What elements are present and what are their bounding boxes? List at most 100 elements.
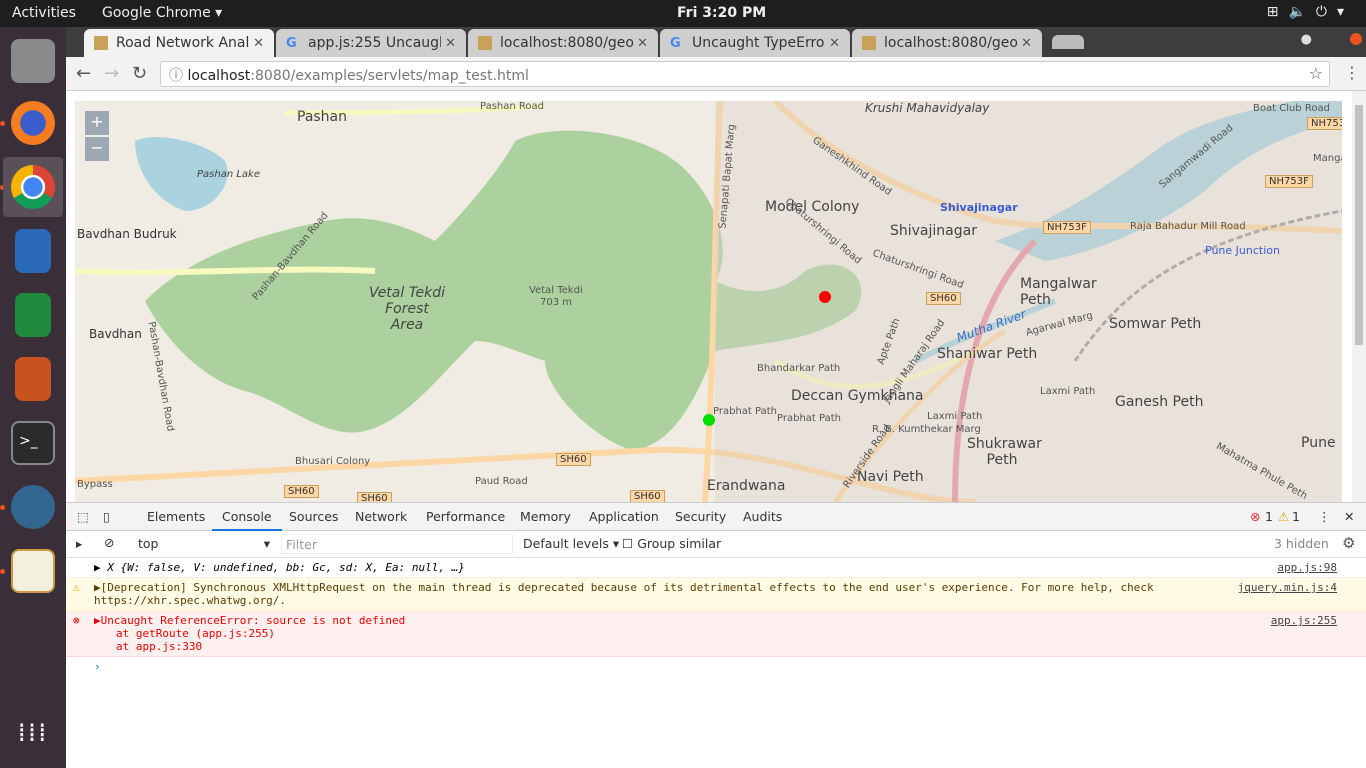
close-tab-icon[interactable]: ✕: [829, 36, 840, 51]
map-label: SH60: [630, 490, 665, 502]
map-label: NH753: [1307, 117, 1342, 130]
tab-sources[interactable]: Sources: [289, 509, 338, 524]
sidebar-toggle-icon[interactable]: ▸: [76, 536, 82, 551]
map-label: Shukrawar Peth: [967, 436, 1042, 468]
tomcat-icon: [94, 36, 108, 50]
map-label: Erandwana: [707, 478, 786, 494]
tab-localhost-geo-2[interactable]: localhost:8080/geo ✕: [852, 29, 1042, 57]
forward-button[interactable]: →: [104, 63, 119, 84]
map-label: Bypass: [77, 479, 113, 490]
calc-icon[interactable]: [3, 285, 63, 345]
terminal-icon[interactable]: >_: [3, 413, 63, 473]
map-label: Shivajinagar: [890, 223, 977, 239]
tab-audits[interactable]: Audits: [743, 509, 782, 524]
warning-count-icon[interactable]: ⚠: [1278, 509, 1289, 524]
clock[interactable]: Fri 3:20 PM: [677, 5, 766, 21]
source-link[interactable]: app.js:255: [1271, 614, 1337, 627]
bookmark-star-icon[interactable]: ☆: [1309, 64, 1323, 83]
devtools-menu-icon[interactable]: ⋮: [1318, 509, 1331, 524]
reload-button[interactable]: ↻: [132, 63, 147, 84]
console-message-error[interactable]: ⊗ ▶Uncaught ReferenceError: source is not…: [66, 611, 1366, 657]
map-label: SH60: [357, 492, 392, 502]
console-prompt[interactable]: ›: [66, 657, 1366, 676]
postgres-icon[interactable]: [3, 477, 63, 537]
map-label: Pashan Road: [480, 101, 544, 112]
map-label: Bavdhan Budruk: [77, 227, 177, 241]
close-tab-icon[interactable]: ✕: [637, 36, 648, 51]
profile-icon[interactable]: ●: [1301, 32, 1312, 47]
activities-button[interactable]: Activities: [12, 5, 76, 21]
map-label: Somwar Peth: [1109, 316, 1202, 332]
map-label: Mangalwar Peth: [1020, 276, 1097, 308]
map-label: NH753F: [1265, 175, 1313, 188]
device-toolbar-icon[interactable]: ▯: [103, 509, 110, 524]
page-scrollbar[interactable]: [1352, 91, 1366, 502]
map-label: SH60: [926, 292, 961, 305]
menu-icon[interactable]: ⋮: [1344, 63, 1360, 82]
clear-console-icon[interactable]: ⊘: [104, 535, 114, 550]
error-count-icon[interactable]: ⊗: [1250, 509, 1260, 524]
map-label: SH60: [284, 485, 319, 498]
zoom-out-button[interactable]: −: [85, 137, 109, 161]
warning-count[interactable]: 1: [1292, 509, 1300, 524]
map[interactable]: + − Pashan Pashan Road Pashan Lake Bavdh…: [75, 101, 1342, 502]
impress-icon[interactable]: [3, 349, 63, 409]
inspect-element-icon[interactable]: ⬚: [77, 509, 89, 524]
tab-localhost-geo[interactable]: localhost:8080/geo ✕: [468, 29, 658, 57]
console-message-log[interactable]: ▶ X {W: false, V: undefined, bb: Gc, sd:…: [66, 558, 1366, 578]
firefox-icon[interactable]: [3, 93, 63, 153]
error-icon: ⊗: [73, 614, 80, 627]
group-similar-checkbox[interactable]: ☐ Group similar: [622, 536, 721, 551]
log-levels-dropdown[interactable]: Default levels ▾: [523, 536, 619, 551]
back-button[interactable]: ←: [76, 63, 91, 84]
address-bar[interactable]: ⓘ localhost:8080/examples/servlets/map_t…: [160, 61, 1330, 87]
source-link[interactable]: jquery.min.js:4: [1238, 581, 1337, 594]
filter-input[interactable]: Filter: [281, 534, 513, 554]
tab-security[interactable]: Security: [675, 509, 726, 524]
system-tray[interactable]: ⊞🔈⏻▾: [1267, 4, 1354, 20]
window-close-button[interactable]: [1350, 33, 1362, 45]
tab-road-network[interactable]: Road Network Anal ✕: [84, 29, 274, 57]
app-menu[interactable]: Google Chrome ▾: [102, 5, 222, 21]
writer-icon[interactable]: [3, 221, 63, 281]
error-count[interactable]: 1: [1265, 509, 1273, 524]
tab-elements[interactable]: Elements: [147, 509, 205, 524]
context-select[interactable]: top ▾: [138, 536, 270, 551]
settings-gear-icon[interactable]: ⚙: [1342, 534, 1355, 552]
map-label: Boat Club Road: [1253, 103, 1330, 114]
tab-memory[interactable]: Memory: [520, 509, 571, 524]
map-label: Shivajinagar: [940, 201, 1018, 214]
source-marker[interactable]: [703, 414, 715, 426]
google-icon: G: [670, 36, 681, 51]
map-label: Navi Peth: [857, 469, 924, 485]
close-tab-icon[interactable]: ✕: [1021, 36, 1032, 51]
info-icon: ⓘ: [169, 68, 188, 84]
map-label: Paud Road: [475, 476, 528, 487]
files-icon[interactable]: [3, 31, 63, 91]
tab-google-search[interactable]: Gapp.js:255 Uncaugh ✕: [276, 29, 466, 57]
tab-performance[interactable]: Performance: [426, 509, 505, 524]
tomcat-icon: [862, 36, 876, 50]
close-devtools-icon[interactable]: ✕: [1344, 509, 1354, 524]
map-label: NH753F: [1043, 221, 1091, 234]
destination-marker[interactable]: [819, 291, 831, 303]
chrome-icon[interactable]: [3, 157, 63, 217]
zoom-in-button[interactable]: +: [85, 111, 109, 135]
close-tab-icon[interactable]: ✕: [253, 36, 264, 51]
source-link[interactable]: app.js:98: [1277, 561, 1337, 574]
map-label: Bhusari Colony: [295, 456, 371, 467]
dock: >_ ⁞⁞⁞: [0, 27, 66, 768]
map-label: Laxmi Path: [1040, 386, 1096, 397]
map-label: Shaniwar Peth: [937, 346, 1038, 362]
text-editor-icon[interactable]: [3, 541, 63, 601]
app-grid-icon[interactable]: ⁞⁞⁞: [3, 703, 63, 763]
tab-console[interactable]: Console: [212, 509, 282, 531]
tab-application[interactable]: Application: [589, 509, 659, 524]
tab-google-typeerror[interactable]: G Uncaught TypeErro ✕: [660, 29, 850, 57]
console-message-warning[interactable]: ⚠ ▶[Deprecation] Synchronous XMLHttpReque…: [66, 578, 1366, 611]
map-label: Vetal Tekdi: [529, 285, 583, 296]
map-label: Laxmi Path: [927, 411, 983, 422]
close-tab-icon[interactable]: ✕: [445, 36, 456, 51]
new-tab-button[interactable]: [1052, 35, 1084, 49]
tab-network[interactable]: Network: [355, 509, 407, 524]
